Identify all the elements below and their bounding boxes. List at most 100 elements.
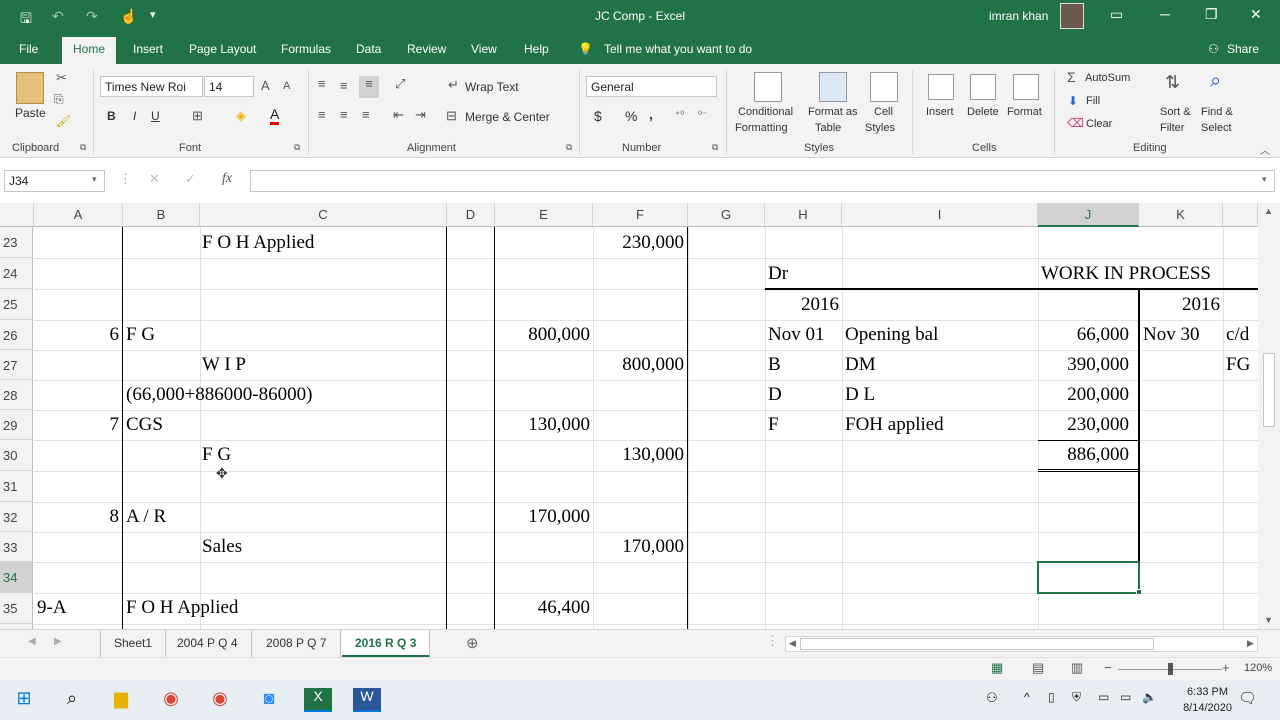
- column-header-h[interactable]: H: [765, 203, 842, 227]
- number-format-select[interactable]: General: [586, 76, 717, 97]
- copy-icon[interactable]: ⎘: [54, 92, 64, 107]
- row-header-27[interactable]: 27: [0, 350, 33, 380]
- horizontal-scrollbar[interactable]: ◀ ▶: [785, 636, 1258, 652]
- column-header-d[interactable]: D: [447, 203, 495, 227]
- start-icon[interactable]: ⊞: [10, 688, 38, 712]
- collapse-ribbon-icon[interactable]: ︿: [1260, 142, 1270, 157]
- column-header-g[interactable]: G: [688, 203, 765, 227]
- align-right-icon[interactable]: ≡: [362, 107, 370, 122]
- cell-c33[interactable]: Sales: [202, 532, 242, 562]
- decrease-indent-icon[interactable]: ⇤: [393, 107, 404, 123]
- row-header-31[interactable]: 31: [0, 471, 33, 502]
- tab-page-layout[interactable]: Page Layout: [189, 42, 256, 56]
- cell-i27[interactable]: DM: [845, 350, 876, 380]
- cell-j29[interactable]: 230,000: [1038, 410, 1129, 440]
- cell-h25[interactable]: 2016: [765, 290, 839, 320]
- zoom-out-icon[interactable]: −: [1104, 660, 1112, 675]
- spreadsheet-grid[interactable]: A B C D E F G H I J K 23 24 25 26 27 28 …: [0, 203, 1258, 629]
- paste-icon[interactable]: [16, 72, 44, 104]
- scroll-down-icon[interactable]: ▼: [1264, 615, 1273, 625]
- selected-cell-j34[interactable]: [1037, 561, 1140, 594]
- people-icon[interactable]: ⚇: [986, 690, 998, 706]
- column-header-i[interactable]: I: [842, 203, 1038, 227]
- cut-icon[interactable]: ✂: [56, 70, 67, 86]
- italic-button[interactable]: I: [133, 109, 136, 123]
- cell-f23[interactable]: 230,000: [593, 228, 684, 258]
- column-header-l[interactable]: [1223, 203, 1258, 227]
- expand-formula-icon[interactable]: ▾: [1262, 174, 1267, 185]
- tab-file[interactable]: File: [19, 42, 38, 56]
- zoom-slider-handle[interactable]: [1168, 663, 1173, 675]
- cell-j27[interactable]: 390,000: [1038, 350, 1129, 380]
- scroll-right-icon[interactable]: ▶: [1247, 638, 1254, 649]
- search-icon[interactable]: ⌕: [58, 688, 86, 712]
- sheet-tab-2016-r-q-3[interactable]: 2016 R Q 3: [342, 630, 431, 658]
- fill-button[interactable]: Fill: [1086, 95, 1100, 107]
- cell-j30[interactable]: 886,000: [1038, 440, 1129, 470]
- battery-icon[interactable]: ▯: [1048, 690, 1055, 704]
- tab-insert[interactable]: Insert: [133, 42, 163, 56]
- network-icon[interactable]: ▭: [1120, 690, 1131, 704]
- bold-button[interactable]: B: [107, 109, 116, 123]
- select-all-corner[interactable]: [0, 203, 34, 227]
- increase-indent-icon[interactable]: ⇥: [415, 107, 426, 123]
- vertical-scroll-thumb[interactable]: [1263, 353, 1275, 427]
- cell-h24[interactable]: Dr: [768, 259, 788, 289]
- cell-h29[interactable]: F: [768, 410, 779, 440]
- next-sheet-icon[interactable]: ▶: [54, 636, 62, 647]
- format-cells-icon[interactable]: [1013, 74, 1039, 100]
- cell-h26[interactable]: Nov 01: [768, 320, 824, 350]
- find-label[interactable]: Find &: [1201, 106, 1233, 118]
- increase-decimal-icon[interactable]: ⁺⁰: [675, 110, 684, 121]
- eraser-icon[interactable]: ⌫: [1067, 116, 1084, 130]
- cell-e26[interactable]: 800,000: [495, 320, 590, 350]
- scroll-left-icon[interactable]: ◀: [789, 638, 796, 649]
- align-left-icon[interactable]: ≡: [318, 107, 326, 122]
- clipboard-launcher-icon[interactable]: ⧉: [80, 142, 86, 153]
- cell-a35[interactable]: 9-A: [37, 593, 67, 623]
- scroll-up-icon[interactable]: ▲: [1264, 206, 1273, 216]
- tell-me-box[interactable]: Tell me what you want to do: [604, 42, 752, 56]
- cell-e29[interactable]: 130,000: [495, 410, 590, 440]
- chrome-profile-icon[interactable]: ◉: [206, 688, 234, 712]
- conditional-label[interactable]: Conditional: [738, 106, 793, 118]
- chrome-icon[interactable]: ◉: [157, 688, 185, 712]
- cell-c27[interactable]: W I P: [202, 350, 246, 380]
- share-button[interactable]: Share: [1227, 42, 1259, 56]
- page-break-view-icon[interactable]: ▥: [1071, 660, 1083, 676]
- cell-label[interactable]: Cell: [874, 106, 893, 118]
- cell-k26[interactable]: Nov 30: [1143, 320, 1199, 350]
- volume-icon[interactable]: 🔈: [1142, 690, 1157, 704]
- close-icon[interactable]: ✕: [1250, 6, 1262, 23]
- security-icon[interactable]: ⛨: [1072, 690, 1081, 705]
- column-header-k[interactable]: K: [1139, 203, 1223, 227]
- horizontal-scroll-thumb[interactable]: [800, 638, 1154, 650]
- cell-b35[interactable]: F O H Applied: [126, 593, 238, 623]
- comma-button[interactable]: ,: [649, 106, 653, 122]
- increase-font-icon[interactable]: A: [261, 78, 270, 93]
- cell-i29[interactable]: FOH applied: [845, 410, 944, 440]
- cell-f30[interactable]: 130,000: [593, 440, 684, 470]
- zoom-level[interactable]: 120%: [1244, 662, 1272, 674]
- cell-b26[interactable]: F G: [126, 320, 155, 350]
- cell-k25[interactable]: 2016: [1139, 290, 1220, 320]
- excel-taskbar-icon[interactable]: X: [304, 688, 332, 712]
- cell-f27[interactable]: 800,000: [593, 350, 684, 380]
- font-color-icon[interactable]: A: [270, 106, 280, 125]
- decrease-decimal-icon[interactable]: ⁰⁻: [698, 110, 707, 121]
- cell-h27[interactable]: B: [768, 350, 781, 380]
- user-name[interactable]: imran khan: [989, 9, 1048, 23]
- fill-icon[interactable]: ⬇: [1068, 94, 1078, 108]
- file-explorer-icon[interactable]: ▆: [107, 688, 135, 712]
- format-as-label[interactable]: Format as: [808, 106, 858, 118]
- insert-cells-icon[interactable]: [928, 74, 954, 100]
- sheet-tab-2004-p-q-4[interactable]: 2004 P Q 4: [164, 630, 252, 658]
- number-launcher-icon[interactable]: ⧉: [712, 142, 718, 153]
- name-box[interactable]: J34: [4, 170, 105, 192]
- notifications-icon[interactable]: 🗨: [1238, 689, 1257, 707]
- tab-help[interactable]: Help: [524, 42, 549, 56]
- row-header-34[interactable]: 34: [0, 562, 33, 593]
- cell-a32[interactable]: 8: [34, 502, 120, 532]
- filter-label[interactable]: Filter: [1160, 122, 1184, 134]
- sort-filter-icon[interactable]: ⇅: [1165, 72, 1180, 93]
